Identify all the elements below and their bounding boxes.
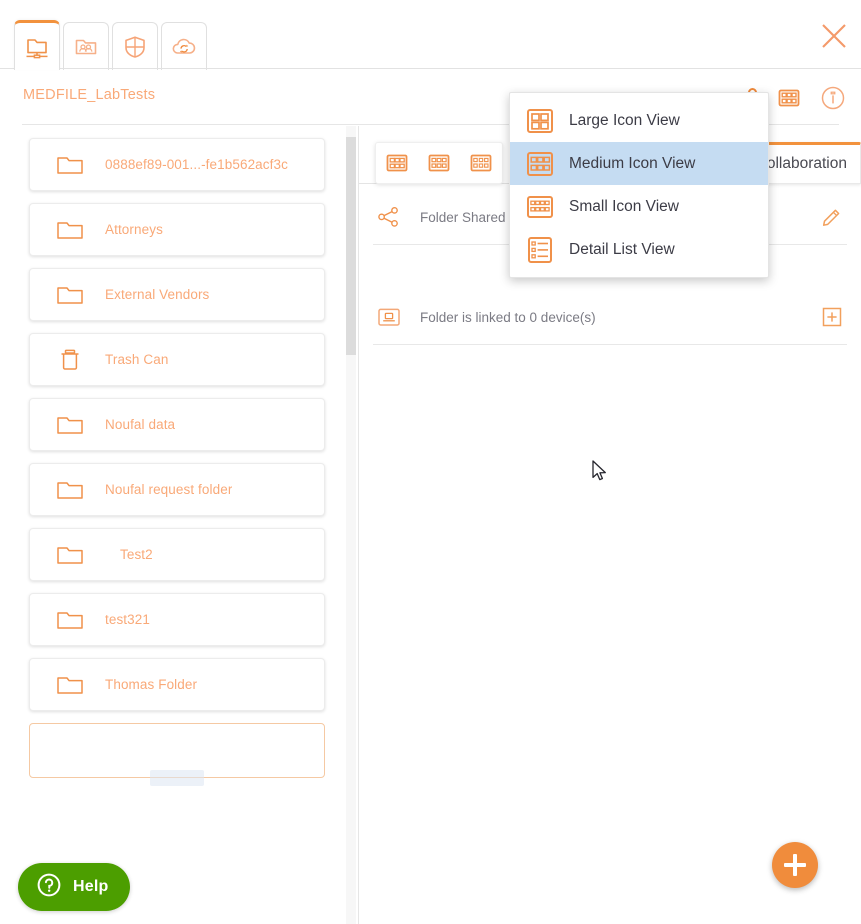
- row-divider: [373, 344, 847, 345]
- menu-item-label: Large Icon View: [569, 111, 680, 129]
- small-icon-view-icon: [524, 191, 556, 223]
- edit-pencil-icon[interactable]: [817, 202, 847, 232]
- cloud-sync-icon: [170, 34, 198, 60]
- security-tab[interactable]: [112, 22, 158, 70]
- device-folder-icon: [373, 305, 405, 329]
- folder-icon: [52, 543, 88, 567]
- list-item[interactable]: Attorneys: [29, 203, 325, 256]
- menu-item-label: Medium Icon View: [569, 154, 696, 172]
- large-icon-view-icon: [524, 105, 556, 137]
- folder-label: Test2: [120, 547, 153, 562]
- question-mark-icon: [36, 872, 62, 903]
- folder-icon: [52, 218, 88, 242]
- folder-label: External Vendors: [105, 287, 210, 302]
- share-icon: [373, 205, 405, 229]
- sidebar-scrollbar-thumb[interactable]: [346, 137, 356, 355]
- page-title: MEDFILE_LabTests: [23, 87, 156, 103]
- list-item[interactable]: 0888ef89-001...-fe1b562acf3c: [29, 138, 325, 191]
- menu-item-large-icon-view[interactable]: Large Icon View: [510, 99, 768, 142]
- detail-list-view-icon: [524, 234, 556, 266]
- folder-linked-row[interactable]: Folder is linked to 0 device(s): [373, 290, 847, 344]
- tab-group: [14, 20, 207, 70]
- menu-item-label: Small Icon View: [569, 197, 679, 215]
- help-button[interactable]: Help: [18, 863, 131, 911]
- medium-icon-view-icon: [524, 148, 556, 180]
- folder-icon: [52, 673, 88, 697]
- list-item[interactable]: Thomas Folder: [29, 658, 325, 711]
- list-item[interactable]: Noufal data: [29, 398, 325, 451]
- folder-label: Trash Can: [105, 352, 169, 367]
- partial-card-indicator: [150, 770, 204, 786]
- add-button[interactable]: [772, 842, 818, 888]
- list-item[interactable]: test321: [29, 593, 325, 646]
- list-item-partial[interactable]: [29, 723, 325, 786]
- folder-label: Noufal request folder: [105, 482, 233, 497]
- close-icon: [819, 21, 849, 56]
- shared-folder-people-icon: [73, 34, 99, 60]
- list-item[interactable]: Test2: [29, 528, 325, 581]
- view-mode-dropdown-menu: Large Icon View Medium Icon View Small I…: [509, 92, 769, 278]
- folder-list: 0888ef89-001...-fe1b562acf3c Attorneys E…: [0, 126, 356, 786]
- grid-view-icon[interactable]: [774, 83, 804, 113]
- folder-icon: [52, 153, 88, 177]
- folder-icon: [52, 478, 88, 502]
- close-button[interactable]: [817, 21, 851, 55]
- trash-icon: [52, 347, 88, 373]
- small-icon-view-button[interactable]: [468, 150, 494, 176]
- folder-icon: [52, 283, 88, 307]
- folder-label: Attorneys: [105, 222, 163, 237]
- folder-sidebar: 0888ef89-001...-fe1b562acf3c Attorneys E…: [0, 126, 356, 924]
- medium-icon-view-button[interactable]: [426, 150, 452, 176]
- info-icon[interactable]: [818, 83, 848, 113]
- list-item[interactable]: External Vendors: [29, 268, 325, 321]
- list-item[interactable]: Trash Can: [29, 333, 325, 386]
- list-item[interactable]: Noufal request folder: [29, 463, 325, 516]
- menu-item-label: Detail List View: [569, 240, 675, 258]
- folder-label: Thomas Folder: [105, 677, 198, 692]
- menu-item-medium-icon-view[interactable]: Medium Icon View: [510, 142, 768, 185]
- tabbar-divider: [0, 68, 861, 69]
- help-button-label: Help: [73, 878, 109, 895]
- plus-icon-vertical: [793, 854, 797, 876]
- folder-icon: [52, 608, 88, 632]
- shield-icon: [122, 34, 148, 60]
- network-folder-tab[interactable]: [14, 20, 60, 70]
- tab-bar: [0, 0, 861, 70]
- folder-linked-text: Folder is linked to 0 device(s): [420, 309, 596, 325]
- menu-item-small-icon-view[interactable]: Small Icon View: [510, 185, 768, 228]
- network-folder-icon: [24, 34, 50, 60]
- folder-label: Noufal data: [105, 417, 176, 432]
- folder-label: 0888ef89-001...-fe1b562acf3c: [105, 157, 288, 172]
- header-icon-group: [774, 83, 848, 113]
- folder-icon: [52, 413, 88, 437]
- cloud-sync-tab[interactable]: [161, 22, 207, 70]
- view-mode-toolbar: [375, 142, 503, 184]
- add-plus-icon[interactable]: [817, 302, 847, 332]
- application-window: MEDFILE_LabTests 0888ef89-001...-fe1b562…: [0, 0, 861, 924]
- shared-folder-tab[interactable]: [63, 22, 109, 70]
- folder-label: test321: [105, 612, 150, 627]
- menu-item-detail-list-view[interactable]: Detail List View: [510, 228, 768, 271]
- large-icon-view-button[interactable]: [384, 150, 410, 176]
